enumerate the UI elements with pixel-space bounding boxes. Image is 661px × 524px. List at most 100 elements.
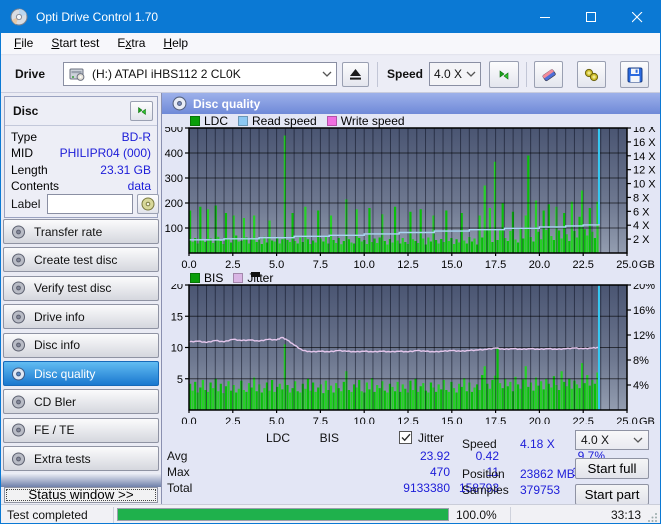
chart-legend: BIS Jitter [190, 271, 283, 285]
legend-entry-read-speed: Read speed [238, 114, 317, 128]
menu-help[interactable]: Help [154, 33, 197, 55]
svg-text:0.0: 0.0 [181, 416, 196, 424]
minimize-button[interactable] [522, 1, 568, 33]
disc-icon [11, 225, 26, 239]
divider [5, 125, 157, 126]
svg-text:2.5: 2.5 [225, 259, 240, 271]
disc-icon [11, 310, 26, 324]
status-window-button[interactable]: Status window >> [4, 487, 158, 503]
svg-text:10.0: 10.0 [353, 416, 374, 424]
svg-text:200: 200 [165, 198, 183, 210]
start-full-button[interactable]: Start full [575, 458, 649, 479]
svg-text:6 X: 6 X [633, 206, 650, 218]
drive-icon [69, 68, 85, 81]
menu-file[interactable]: File [5, 33, 42, 55]
search-drives-button[interactable] [577, 61, 606, 88]
legend-swatch [190, 272, 200, 283]
svg-text:25.0: 25.0 [616, 259, 637, 271]
minimize-icon [539, 16, 550, 18]
row-label-avg: Avg [167, 449, 188, 463]
panel-title: Disc quality [193, 96, 261, 111]
maximize-icon [585, 11, 596, 22]
menu-start-test[interactable]: Start test [42, 33, 108, 55]
title-bar: Opti Drive Control 1.70 [1, 1, 660, 33]
app-disc-icon [10, 8, 28, 26]
erase-disc-button[interactable] [534, 61, 563, 88]
svg-text:4%: 4% [633, 380, 649, 392]
svg-text:100: 100 [165, 223, 183, 235]
disc-icon [11, 253, 26, 267]
chart-legend: LDC Read speed Write speed [190, 114, 415, 128]
refresh-disc-button[interactable] [130, 101, 153, 121]
row-label-total: Total [167, 481, 193, 495]
drive-select[interactable]: (H:) ATAPI iHBS112 2 CL0K [63, 62, 337, 86]
divider [113, 507, 114, 523]
svg-text:17.5: 17.5 [485, 259, 506, 271]
col-header-jitter: Jitter [418, 431, 445, 445]
svg-text:16 X: 16 X [633, 137, 656, 149]
svg-text:25.0: 25.0 [616, 416, 637, 424]
sidebar-item-label: Extra tests [34, 451, 91, 466]
sidebar-item-extra-tests[interactable]: Extra tests [3, 446, 159, 472]
sidebar-item-verify-test-disc[interactable]: Verify test disc [3, 275, 159, 301]
speed-value: 4.0 X [434, 67, 463, 81]
sidebar-item-transfer-rate[interactable]: Transfer rate [3, 219, 159, 244]
svg-text:5.0: 5.0 [269, 416, 284, 424]
svg-text:5: 5 [177, 374, 183, 386]
menu-bar: File Start test Extra Help [1, 33, 660, 55]
svg-text:8%: 8% [633, 355, 649, 367]
chevron-down-icon [322, 71, 332, 77]
eject-button[interactable] [342, 62, 369, 87]
sidebar-item-label: Disc info [34, 338, 81, 353]
bis-jitter-chart: BIS Jitter 5 10 15 20 4% 8% 12% 16% 20% 0.0 2.5 5.0 7.… [162, 271, 660, 425]
window-title: Opti Drive Control 1.70 [36, 10, 159, 24]
svg-text:20%: 20% [633, 284, 655, 292]
svg-text:15.0: 15.0 [441, 259, 462, 271]
disc-row-length: Length 23.31 GB [11, 163, 151, 179]
close-button[interactable] [614, 1, 660, 33]
max-ldc: 470 [429, 465, 450, 479]
position-stat-label: Position [462, 467, 505, 481]
svg-text:22.5: 22.5 [572, 259, 593, 271]
jitter-checkbox[interactable] [399, 431, 412, 444]
avg-bis: 0.42 [475, 449, 499, 463]
sidebar-item-disc-info[interactable]: Disc info [3, 332, 159, 358]
svg-text:2 X: 2 X [633, 234, 650, 246]
sidebar-item-label: Transfer rate [34, 224, 103, 239]
samples-stat-label: Samples [462, 483, 509, 497]
eject-icon [350, 69, 361, 80]
toolbar-separator [526, 62, 527, 87]
svg-text:500: 500 [165, 127, 183, 135]
sidebar-item-label: Create test disc [34, 252, 118, 267]
disc-row-type: Type BD-R [11, 130, 151, 146]
label-input[interactable] [47, 194, 133, 214]
svg-text:18 X: 18 X [633, 127, 656, 135]
start-part-button[interactable]: Start part [575, 484, 649, 505]
resize-grip[interactable] [648, 512, 658, 522]
svg-text:15.0: 15.0 [441, 416, 462, 424]
sidebar-item-create-test-disc[interactable]: Create test disc [3, 247, 159, 273]
disc-row-label: MID [11, 146, 33, 161]
sidebar-item-fe-te[interactable]: FE / TE [3, 417, 159, 443]
sidebar-gradient-band [1, 473, 161, 487]
chevron-down-icon [466, 71, 476, 77]
save-icon [627, 67, 642, 82]
sidebar-item-disc-quality[interactable]: Disc quality [3, 361, 159, 386]
status-bar: Test completed 100.0% 33:13 [1, 504, 660, 523]
svg-text:12.5: 12.5 [397, 259, 418, 271]
speed-select[interactable]: 4.0 X [429, 62, 481, 86]
chart-canvas: 100 200 300 400 500 2 X 4 X 6 X 8 X10 X 12 X 14 X 1… [165, 127, 657, 271]
disc-row-label: Length [11, 162, 48, 177]
save-results-button[interactable] [620, 61, 649, 88]
disc-box-title: Disc [13, 104, 39, 118]
scan-speed-select[interactable]: 4.0 X [575, 430, 649, 450]
menu-extra[interactable]: Extra [108, 33, 154, 55]
svg-text:12.5: 12.5 [397, 416, 418, 424]
sidebar-item-cd-bler[interactable]: CD Bler [3, 389, 159, 415]
maximize-button[interactable] [568, 1, 614, 33]
legend-entry-bis: BIS [190, 271, 223, 285]
refresh-speeds-button[interactable] [489, 61, 519, 88]
write-label-button[interactable] [137, 194, 159, 214]
sidebar-item-drive-info[interactable]: Drive info [3, 304, 159, 330]
svg-text:8 X: 8 X [633, 192, 650, 204]
